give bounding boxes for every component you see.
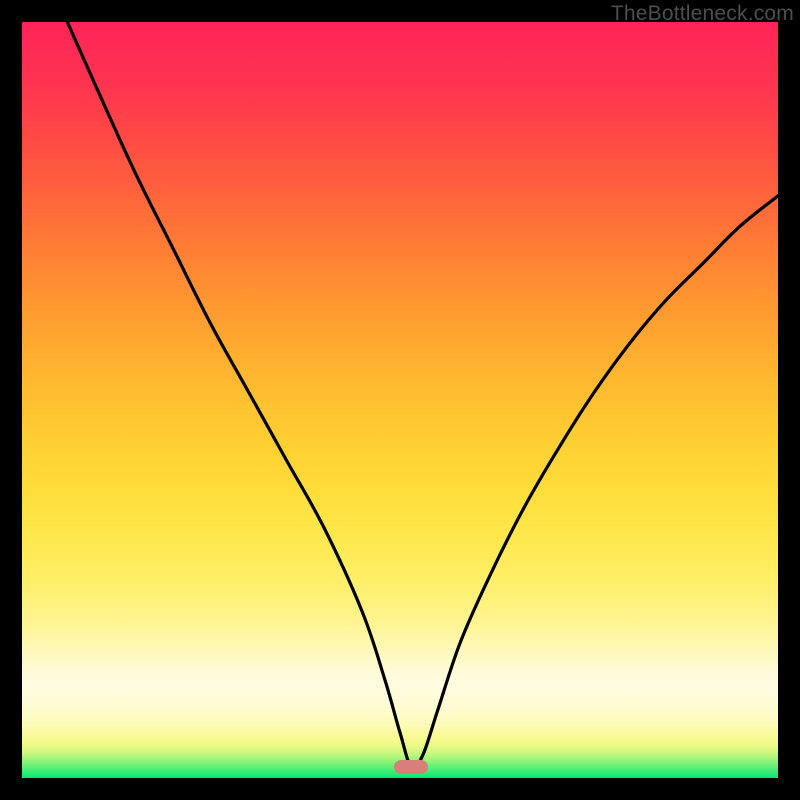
chart-frame: TheBottleneck.com <box>0 0 800 800</box>
bottleneck-curve <box>22 22 778 778</box>
minimum-marker <box>394 760 428 774</box>
curve-path <box>67 22 778 768</box>
plot-area <box>22 22 778 778</box>
watermark-label: TheBottleneck.com <box>611 2 794 26</box>
